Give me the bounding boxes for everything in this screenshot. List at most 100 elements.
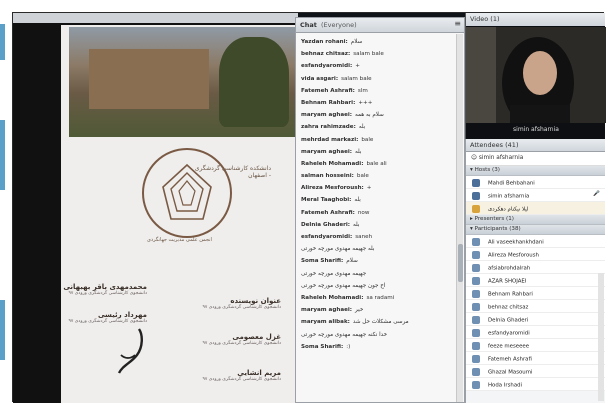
chat-text: bale: [356, 173, 369, 180]
attendee-row[interactable]: Behnam Rahbari: [466, 287, 605, 300]
person-icon: [472, 290, 480, 298]
attendee-row[interactable]: afsiabrohdalrah: [466, 261, 605, 274]
chat-message-list: Yazdan rohani: سلام behnaz chitsaz: salam b…: [298, 34, 456, 402]
slide-person: عنوان نویسنده دانشجوی کارشناسی گردشگری و…: [201, 297, 281, 310]
chat-sender: Yazdan rohani:: [301, 39, 348, 45]
chat-text: خدا نکنه جهیمه مهدوی مورچه خورتی: [301, 331, 388, 338]
attendee-row[interactable]: behnaz chitsaz: [466, 300, 605, 313]
chat-message: maryam aghaei: سلام به همه: [301, 109, 453, 121]
chat-header: Chat (Everyone) ≡: [296, 18, 464, 33]
chat-sender: Soma Sharifi:: [301, 343, 344, 350]
chat-message: behnaz chitsaz: salam bale: [301, 48, 453, 60]
person-icon: [472, 251, 480, 259]
chat-sender: Meral Taaghobi:: [301, 197, 352, 204]
attendee-row[interactable]: Ali vaseekhankhdani: [466, 235, 605, 248]
chat-message: بله جهیمه مهدوی مورچه خورتی: [301, 243, 453, 255]
attendee-row[interactable]: simin afsharnia 🎤: [466, 189, 605, 202]
attendees-title: Attendees: [470, 141, 504, 149]
webinar-frame: دانشکده کارشناسی گردشگری - اصفهان انجمن …: [0, 0, 608, 404]
person-name: مهرداد رئیسی: [97, 311, 147, 319]
chat-sender: esfandyaromidi:: [301, 234, 353, 240]
person-icon: [472, 355, 480, 363]
chat-message: zahra rahimzade: بله: [301, 121, 453, 133]
chat-text: جهیمه مهدوی مورچه خورتی: [301, 270, 367, 277]
chat-message: Meral Taaghobi: بله: [301, 194, 453, 206]
chat-text: bale ali: [366, 160, 387, 167]
chat-text: now: [357, 209, 370, 216]
attendee-row[interactable]: esfandyaromidi: [466, 326, 605, 339]
accent-bar-mid: [0, 120, 5, 190]
chat-pod: Chat (Everyone) ≡ Yazdan rohani: سلام behn…: [295, 17, 465, 403]
speaker-name: simin afsharnia: [513, 126, 559, 133]
chat-message: Fatemeh Ashrafi: slm: [301, 85, 453, 97]
slide-person: مریم انشایی دانشجوی کارشناسی گردشگری ورو…: [201, 369, 281, 382]
speaker-video-image: [466, 27, 606, 123]
chat-text: بله جهیمه مهدوی مورچه خورتی: [301, 246, 375, 253]
person-role: دانشجوی کارشناسی گردشگری ورودی ۹۷: [202, 341, 281, 346]
attendee-row[interactable]: Delnia Ghaderi: [466, 313, 605, 326]
attendees-scrollbar[interactable]: [598, 273, 604, 401]
association-emblem-icon: [142, 148, 232, 238]
attendee-row[interactable]: Ghazal Masoumi: [466, 365, 605, 378]
attendee-row[interactable]: feeze meseeee: [466, 339, 605, 352]
video-header: Video (1): [466, 13, 605, 26]
chat-message: اخ جون جهیمه مهدوی مورچه خورتی: [301, 280, 453, 292]
chat-message: Raheleh Mohamadi: bale ali: [301, 158, 453, 170]
attendee-name: feeze meseeee: [488, 343, 530, 350]
chat-message: Yazdan rohani: سلام: [301, 36, 453, 48]
accent-bar-top: [0, 24, 5, 60]
chat-message: vida asgari: salam bale: [301, 73, 453, 85]
chat-sender: maryam aghaei:: [301, 112, 353, 119]
chat-text: sa radami: [366, 294, 395, 301]
attendees-count: (41): [505, 141, 519, 149]
chat-scope-selector[interactable]: (Everyone): [321, 21, 357, 29]
chat-message: maryam alibak: مرسی مشکلات حل شد: [301, 316, 453, 328]
person-icon: [472, 329, 480, 337]
chat-sender: esfandyaromidi:: [301, 63, 353, 70]
chat-text: +: [355, 63, 360, 70]
attendee-row[interactable]: لیلا نیکنام دهکردی: [466, 202, 605, 215]
person-icon: [472, 277, 480, 285]
chat-text: بله: [358, 124, 366, 131]
chat-sender: behnaz chitsaz:: [301, 51, 351, 58]
share-pod-titlebar: [13, 13, 298, 23]
group-participants[interactable]: ▾ Participants (38): [466, 225, 605, 235]
chat-sender: Fatemeh Ashrafi:: [301, 87, 355, 94]
attendee-row[interactable]: AZAR SHOJAEI: [466, 274, 605, 287]
webcam-feed: [466, 27, 606, 123]
emblem-caption: انجمن علمی مدیریت جهانگردی: [147, 237, 212, 243]
person-role: دانشجوی کارشناسی گردشگری ورودی ۹۷: [202, 305, 281, 310]
attendee-name: esfandyaromidi: [488, 330, 530, 337]
attendees-pod: Attendees (41) ☺ simin afsharnia ▾ Hosts…: [465, 139, 605, 403]
chat-scrollbar-thumb[interactable]: [458, 244, 463, 282]
video-pod: Video (1) simin afsharnia: [465, 13, 606, 141]
chat-message: Soma Sharifi: سلام: [301, 255, 453, 267]
chat-sender: Raheleh Mohamadi:: [301, 294, 364, 301]
person-name: مریم انشایی: [237, 369, 281, 377]
chat-message: جهیمه مهدوی مورچه خورتی: [301, 268, 453, 280]
attendee-name: Ali vaseekhankhdani: [488, 239, 544, 246]
chat-sender: vida asgari:: [301, 75, 339, 82]
chat-sender: Raheleh Mohamadi:: [301, 160, 364, 167]
attendee-name: Behnam Rahbari: [488, 291, 533, 298]
chat-title: Chat: [300, 21, 317, 29]
person-name: غزل معصومی: [232, 333, 281, 341]
person-icon: [472, 316, 480, 324]
participant-list: Ali vaseekhankhdani Alireza Mesforoush afs…: [466, 235, 605, 391]
video-title: Video: [470, 15, 489, 23]
chat-message: mehrdad markazi: bale: [301, 134, 453, 146]
person-name: محمدمهدی باقر بهبهانی: [63, 283, 147, 291]
chat-scrollbar[interactable]: [456, 34, 463, 402]
chat-message: خدا نکنه جهیمه مهدوی مورچه خورتی: [301, 329, 453, 341]
group-hosts[interactable]: ▾ Hosts (3): [466, 166, 605, 176]
person-icon: [472, 342, 480, 350]
pod-options-icon[interactable]: ≡: [454, 19, 461, 28]
group-presenters[interactable]: ▸ Presenters (1): [466, 215, 605, 225]
chat-sender: salman hosseini:: [301, 173, 354, 180]
presentation-slide: دانشکده کارشناسی گردشگری - اصفهان انجمن …: [61, 25, 298, 403]
attendee-row[interactable]: Mahdi Behbahani: [466, 176, 605, 189]
attendee-row[interactable]: Fatemeh Ashrafi: [466, 352, 605, 365]
attendee-row[interactable]: Hoda Irshadi: [466, 378, 605, 391]
chat-sender: Soma Sharifi:: [301, 258, 344, 265]
attendee-row[interactable]: Alireza Mesforoush: [466, 248, 605, 261]
